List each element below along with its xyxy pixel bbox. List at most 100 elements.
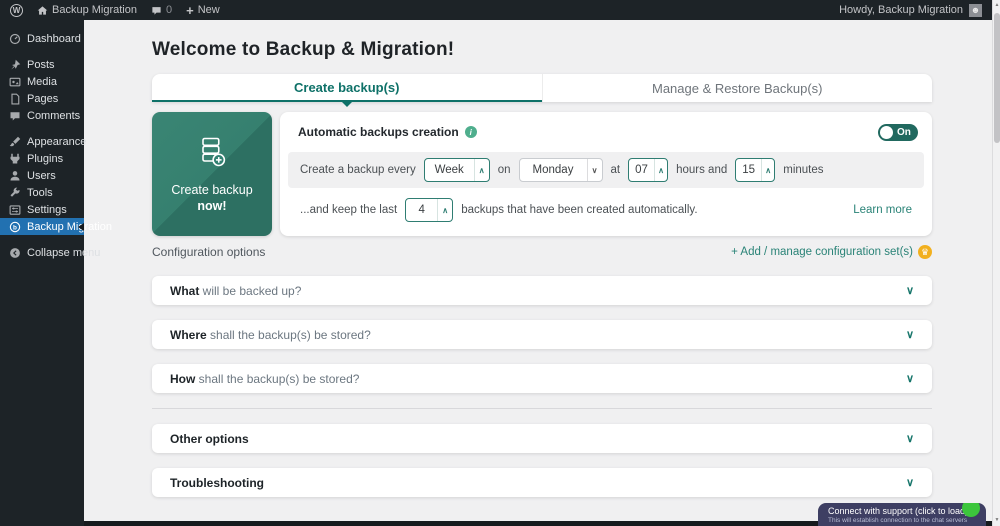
schedule-prefix: Create a backup every [300,164,416,176]
tab-create-backups[interactable]: Create backup(s) [152,74,542,102]
scrollbar-thumb[interactable] [994,13,1000,143]
sidebar-item-label: Backup Migration [27,221,112,233]
chevron-down-icon: ∨ [906,328,914,341]
server-plus-icon [194,134,230,175]
settings-icon [8,203,21,216]
sidebar-item-posts[interactable]: Posts [0,56,84,73]
sidebar-item-comments[interactable]: Comments [0,107,84,124]
media-icon [8,75,21,88]
sidebar-item-label: Comments [27,110,80,122]
comments-menu[interactable]: 0 [151,4,172,16]
wordpress-logo-icon: W [10,4,23,17]
day-value: Monday [520,164,587,176]
howdy-label[interactable]: Howdy, Backup Migration [839,4,963,16]
plug-icon [8,152,21,165]
sidebar-item-label: Collapse menu [27,247,100,259]
frequency-select[interactable]: Week ∧ [424,158,490,182]
sidebar-item-label: Appearance [27,136,86,148]
accordion-title-bold: Where [170,328,207,342]
schedule-on-label: on [498,164,511,176]
keep-prefix: ...and keep the last [300,204,397,216]
chevron-down-icon: ∨ [906,284,914,297]
configuration-options-row: Configuration options + Add / manage con… [152,245,932,259]
accordion-title-bold: Other options [170,432,249,446]
sidebar-item-tools[interactable]: Tools [0,184,84,201]
sidebar-item-label: Posts [27,59,55,71]
accordion-where-stored[interactable]: Where shall the backup(s) be stored? ∨ [152,320,932,349]
schedule-row: Create a backup every Week ∧ on Monday ∨… [288,152,924,188]
automatic-backups-panel: Automatic backups creation i On Create a… [280,112,932,236]
minute-value: 15 [736,164,761,176]
sidebar-item-media[interactable]: Media [0,73,84,90]
keep-count-select[interactable]: 4 ∧ [405,198,453,222]
sidebar-item-label: Settings [27,204,67,216]
brush-icon [8,135,21,148]
info-icon[interactable]: i [465,126,477,138]
accordion-title-bold: What [170,284,199,298]
comment-icon [8,109,21,122]
accordion-how-stored[interactable]: How shall the backup(s) be stored? ∨ [152,364,932,393]
create-backup-now-button[interactable]: Create backup now! [152,112,272,236]
user-avatar[interactable]: ☻ [969,4,982,17]
sidebar-item-label: Media [27,76,57,88]
chevron-up-icon: ∧ [654,159,667,181]
chevron-down-icon: ∨ [906,432,914,445]
accordion-other-options[interactable]: Other options ∨ [152,424,932,453]
section-divider [152,408,932,409]
page-title: Welcome to Backup & Migration! [152,39,454,61]
chevron-down-icon: ∨ [906,476,914,489]
sidebar-item-users[interactable]: Users [0,167,84,184]
chevron-down-icon: ∨ [906,372,914,385]
keep-backups-row: ...and keep the last 4 ∧ backups that ha… [280,188,932,232]
page-icon [8,92,21,105]
day-select[interactable]: Monday ∨ [519,158,603,182]
tab-label: Create backup(s) [294,80,399,95]
sidebar-item-dashboard[interactable]: Dashboard [0,30,84,47]
accordion-title-bold: How [170,372,195,386]
keep-count-value: 4 [406,204,437,216]
add-configuration-set-link[interactable]: + Add / manage configuration set(s) ♛ [731,245,932,259]
add-configuration-set-label: + Add / manage configuration set(s) [731,246,913,258]
chat-subtitle: This will establish connection to the ch… [828,517,976,524]
page-scrollbar[interactable]: ▲ ▼ [992,0,1000,526]
plus-icon: + [186,3,194,18]
dashboard-icon [8,32,21,45]
learn-more-link[interactable]: Learn more [853,204,912,216]
chevron-up-icon: ∧ [474,159,489,181]
auto-backups-toggle[interactable]: On [878,124,918,141]
schedule-hours-label: hours and [676,164,727,176]
keep-suffix: backups that have been created automatic… [461,204,697,216]
sidebar-item-settings[interactable]: Settings [0,201,84,218]
site-name-menu[interactable]: Backup Migration [37,4,137,16]
sidebar-item-backup-migration[interactable]: b Backup Migration [0,218,84,235]
accordion-title-rest: will be backed up? [199,284,301,298]
new-content-menu[interactable]: + New [186,3,220,18]
schedule-minutes-label: minutes [783,164,823,176]
tab-label: Manage & Restore Backup(s) [652,81,823,96]
tab-bar: Create backup(s) Manage & Restore Backup… [152,74,932,102]
comments-count: 0 [166,4,172,16]
accordion-troubleshooting[interactable]: Troubleshooting ∨ [152,468,932,497]
new-label: New [198,4,220,16]
support-chat-widget[interactable]: Connect with support (click to load) Thi… [818,503,986,526]
sidebar-item-pages[interactable]: Pages [0,90,84,107]
hour-value: 07 [629,164,654,176]
accordion-what-backed-up[interactable]: What will be backed up? ∨ [152,276,932,305]
wp-logo-menu[interactable]: W [10,4,23,17]
sidebar-item-plugins[interactable]: Plugins [0,150,84,167]
user-icon [8,169,21,182]
auto-backups-title: Automatic backups creation [298,125,459,139]
minute-select[interactable]: 15 ∧ [735,158,775,182]
toggle-state-label: On [897,127,911,138]
sidebar-item-appearance[interactable]: Appearance [0,133,84,150]
hour-select[interactable]: 07 ∧ [628,158,668,182]
scroll-up-icon[interactable]: ▲ [993,2,1000,8]
tab-manage-restore-backups[interactable]: Manage & Restore Backup(s) [542,74,933,102]
premium-crown-icon: ♛ [918,245,932,259]
svg-text:b: b [13,224,17,231]
wrench-icon [8,186,21,199]
accordion-title-rest: shall the backup(s) be stored? [195,372,359,386]
frequency-value: Week [425,164,474,176]
scroll-down-icon[interactable]: ▼ [993,517,1000,523]
sidebar-item-collapse-menu[interactable]: Collapse menu [0,244,84,261]
